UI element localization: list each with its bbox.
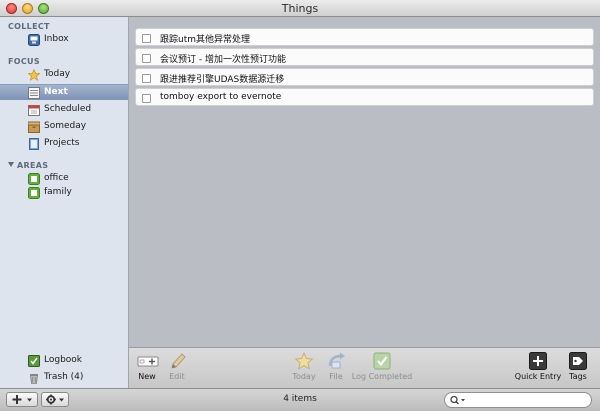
task-checkbox[interactable]	[142, 94, 151, 103]
tag-icon	[568, 352, 588, 370]
sidebar-item-label: Scheduled	[44, 104, 92, 114]
today-button[interactable]: Today	[291, 351, 317, 381]
box-icon	[27, 121, 41, 133]
task-list: 跟踪utm其他异常处理 会议预订 - 增加一次性预订功能 跟进推荐引擎UDAS数…	[129, 17, 600, 347]
trash-icon	[28, 372, 40, 384]
search-field[interactable]	[444, 392, 592, 408]
task-checkbox[interactable]	[142, 34, 151, 43]
tags-label: Tags	[569, 372, 587, 381]
sidebar: COLLECT Inbox FOCUS Today Next Scheduled…	[0, 17, 129, 388]
sidebar-item-label: Next	[44, 87, 68, 97]
task-title: 会议预订 - 增加一次性预订功能	[160, 55, 286, 65]
new-label: New	[138, 372, 156, 381]
task-title: tomboy export to evernote	[160, 92, 282, 102]
today-label: Today	[292, 372, 316, 381]
sidebar-item-inbox[interactable]: Inbox	[0, 32, 128, 48]
tags-button[interactable]: Tags	[566, 352, 590, 381]
sidebar-item-label: Logbook	[44, 355, 83, 365]
file-arrow-icon	[326, 352, 346, 370]
areas-header[interactable]: AREAS	[8, 161, 48, 170]
quick-entry-label: Quick Entry	[514, 372, 562, 381]
log-completed-button[interactable]: Log Completed	[351, 352, 413, 381]
task-row[interactable]: tomboy export to evernote	[135, 88, 594, 106]
quick-entry-icon	[528, 352, 548, 370]
logbook-icon	[28, 355, 40, 367]
status-bar: 4 items	[0, 388, 600, 411]
task-checkbox[interactable]	[142, 54, 151, 63]
collect-header: COLLECT	[8, 22, 50, 31]
logbook-icon	[372, 352, 392, 370]
log-completed-label: Log Completed	[351, 372, 413, 381]
task-checkbox[interactable]	[142, 74, 151, 83]
task-row[interactable]: 跟踪utm其他异常处理	[135, 28, 594, 46]
new-todo-icon	[137, 352, 159, 370]
sidebar-item-projects[interactable]: Projects	[0, 136, 128, 152]
window-title: Things	[281, 2, 319, 15]
sidebar-item-today[interactable]: Today	[0, 67, 128, 83]
sidebar-item-label: Trash (4)	[44, 372, 84, 382]
star-icon	[294, 351, 314, 370]
calendar-icon	[28, 104, 40, 116]
focus-header: FOCUS	[8, 57, 40, 66]
sidebar-item-family[interactable]: family	[0, 185, 128, 201]
task-title: 跟踪utm其他异常处理	[160, 35, 251, 45]
sidebar-item-trash[interactable]: Trash (4)	[0, 370, 128, 386]
inbox-icon	[28, 34, 40, 46]
title-bar: Things	[0, 0, 600, 17]
new-button[interactable]: New	[135, 352, 159, 381]
task-row[interactable]: 跟进推荐引擎UDAS数据源迁移	[135, 68, 594, 86]
sidebar-item-label: Someday	[44, 121, 87, 131]
sidebar-item-someday[interactable]: Someday	[0, 119, 128, 135]
projects-icon	[28, 138, 40, 150]
sidebar-item-label: Inbox	[44, 34, 69, 44]
disclosure-triangle-icon[interactable]	[8, 162, 14, 167]
file-label: File	[329, 372, 343, 381]
search-icon	[450, 395, 465, 405]
sidebar-item-logbook[interactable]: Logbook	[0, 353, 128, 369]
sidebar-item-label: Today	[44, 69, 71, 79]
area-icon	[28, 173, 40, 185]
quick-entry-button[interactable]: Quick Entry	[513, 352, 563, 381]
task-title: 跟进推荐引擎UDAS数据源迁移	[160, 75, 285, 85]
toolbar: New Edit Today File Log Completed Quick …	[129, 347, 600, 388]
area-icon	[28, 187, 40, 199]
star-icon	[27, 68, 41, 81]
sidebar-item-scheduled[interactable]: Scheduled	[0, 102, 128, 118]
pencil-icon	[167, 352, 187, 370]
sidebar-item-next[interactable]: Next	[0, 84, 128, 100]
file-button[interactable]: File	[324, 352, 348, 381]
edit-label: Edit	[169, 372, 185, 381]
sidebar-item-label: Projects	[44, 138, 80, 148]
sidebar-item-label: office	[44, 173, 69, 183]
next-icon	[28, 87, 40, 99]
sidebar-item-label: family	[44, 187, 72, 197]
task-row[interactable]: 会议预订 - 增加一次性预订功能	[135, 48, 594, 66]
edit-button[interactable]: Edit	[167, 352, 187, 381]
